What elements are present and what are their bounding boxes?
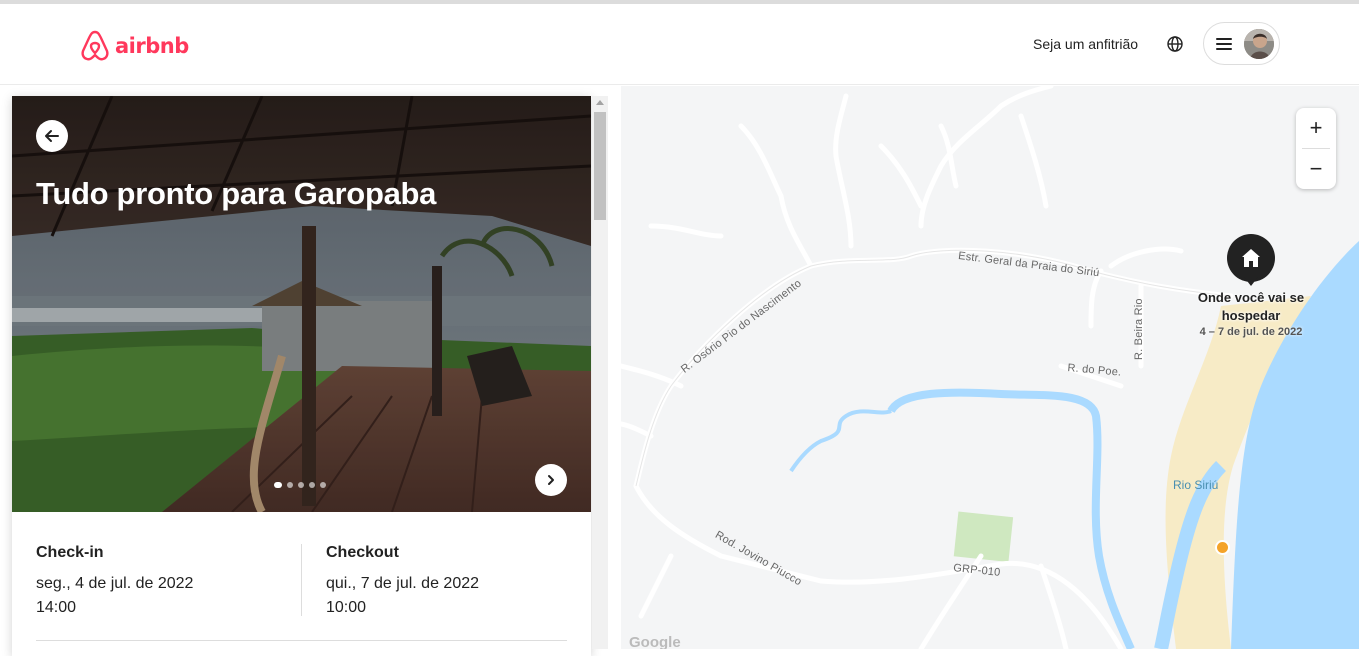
carousel-dot[interactable] — [309, 482, 315, 488]
chevron-right-icon — [548, 475, 554, 485]
site-header: airbnb Seja um anfitrião — [0, 4, 1359, 85]
trip-card: Tudo pronto para Garopaba Check-in seg.,… — [12, 96, 591, 656]
stay-location-pin[interactable] — [1227, 234, 1275, 282]
scroll-up-arrow-icon[interactable] — [596, 100, 604, 105]
map-zoom-controls: + − — [1296, 108, 1336, 189]
scrollbar[interactable] — [592, 96, 608, 649]
become-host-link[interactable]: Seja um anfitrião — [1033, 36, 1138, 52]
airbnb-logo[interactable]: airbnb — [79, 29, 189, 63]
listing-photo — [12, 96, 591, 512]
carousel-dot[interactable] — [274, 482, 282, 488]
checkout-time: 10:00 — [326, 599, 367, 616]
home-icon — [1242, 249, 1260, 267]
street-label: R. Beira Rio — [1133, 298, 1145, 360]
pin-label: Onde você vai se hospedar — [1197, 290, 1305, 323]
check-in-block: Check-in seg., 4 de jul. de 2022 14:00 — [36, 544, 296, 620]
arrow-left-icon — [45, 130, 59, 142]
vertical-divider — [301, 544, 302, 616]
airbnb-logo-icon — [81, 30, 109, 61]
checkout-block: Checkout qui., 7 de jul. de 2022 10:00 — [326, 544, 586, 620]
carousel-dots — [274, 482, 326, 488]
user-menu-button[interactable] — [1203, 22, 1280, 65]
map[interactable]: Estr. Geral da Praia do Siriú R. Osório … — [621, 86, 1359, 649]
map-canvas — [621, 86, 1359, 649]
check-in-label: Check-in — [36, 544, 104, 561]
carousel-dot[interactable] — [320, 482, 326, 488]
check-in-out-section: Check-in seg., 4 de jul. de 2022 14:00 C… — [36, 544, 567, 616]
check-in-time: 14:00 — [36, 599, 77, 616]
zoom-out-button[interactable]: − — [1296, 149, 1336, 189]
scrollbar-thumb[interactable] — [594, 112, 606, 220]
google-attribution[interactable]: Google — [629, 634, 681, 649]
park-area — [953, 511, 1014, 563]
horizontal-divider — [36, 640, 567, 641]
hamburger-menu-icon — [1216, 37, 1232, 50]
zoom-in-button[interactable]: + — [1296, 108, 1336, 148]
pin-dates: 4 – 7 de jul. de 2022 — [1199, 326, 1303, 338]
poi-marker-icon[interactable] — [1215, 540, 1230, 555]
pin-tail — [1244, 277, 1258, 286]
check-in-date: seg., 4 de jul. de 2022 — [36, 575, 194, 592]
river-label: Rio Siriú — [1173, 478, 1219, 492]
carousel-dot[interactable] — [287, 482, 293, 488]
page-title: Tudo pronto para Garopaba — [36, 176, 437, 211]
next-photo-button[interactable] — [535, 464, 567, 496]
carousel-dot[interactable] — [298, 482, 304, 488]
listing-photo-carousel[interactable]: Tudo pronto para Garopaba — [12, 96, 591, 512]
back-button[interactable] — [36, 120, 68, 152]
checkout-label: Checkout — [326, 544, 399, 561]
checkout-date: qui., 7 de jul. de 2022 — [326, 575, 480, 592]
brand-name: airbnb — [115, 34, 189, 58]
globe-icon[interactable] — [1166, 35, 1184, 53]
user-avatar — [1244, 29, 1274, 59]
